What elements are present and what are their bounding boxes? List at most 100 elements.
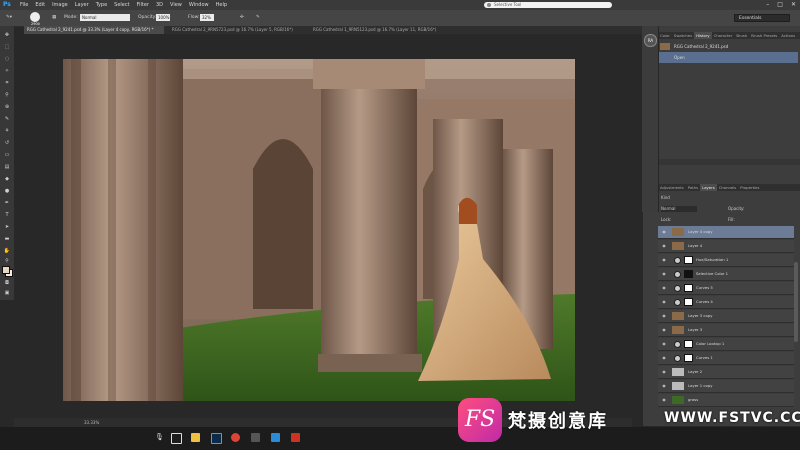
app-icon[interactable] <box>251 433 260 442</box>
visibility-eye-icon[interactable]: ◉ <box>661 257 667 263</box>
brush-tool-icon[interactable]: ✎ <box>3 116 11 122</box>
layer-row[interactable]: ◉ Curves 4 <box>658 296 794 309</box>
tab-adjustments[interactable]: Adjustments <box>658 184 686 191</box>
minimize-icon[interactable]: – <box>766 1 769 8</box>
layer-row[interactable]: ◉ Curves 5 <box>658 282 794 295</box>
photoshop-taskbar-icon[interactable] <box>211 433 222 444</box>
layer-row[interactable]: ◉ Layer 4 <box>658 240 794 253</box>
layer-thumbnail[interactable] <box>672 326 684 334</box>
brush-preview-icon[interactable] <box>30 12 40 22</box>
layer-row[interactable]: ◉ Curves 1 <box>658 352 794 365</box>
tab-document-1[interactable]: RGG Cathedral 2_9241.psd @ 33.3% (Layer … <box>24 26 164 34</box>
visibility-eye-icon[interactable]: ◉ <box>661 327 667 333</box>
crop-tool-icon[interactable]: ⌗ <box>3 80 11 86</box>
layer-mask-thumbnail[interactable] <box>684 270 693 278</box>
layer-thumbnail[interactable] <box>672 312 684 320</box>
quick-select-tool-icon[interactable]: ✧ <box>3 68 11 74</box>
menu-item-filter[interactable]: Filter <box>137 2 149 8</box>
tab-actions[interactable]: Actions <box>779 32 797 39</box>
tab-layers[interactable]: Layers <box>700 184 717 191</box>
menu-item-window[interactable]: Window <box>189 2 209 8</box>
blend-mode-select[interactable]: Normal <box>661 206 697 212</box>
brush-panel-icon[interactable]: ▦ <box>52 15 56 20</box>
document-image[interactable] <box>63 59 575 401</box>
tab-color[interactable]: Color <box>658 32 672 39</box>
dodge-tool-icon[interactable]: ● <box>3 188 11 194</box>
shape-tool-icon[interactable]: ▬ <box>3 236 11 242</box>
visibility-eye-icon[interactable]: ◉ <box>661 383 667 389</box>
pressure-icon[interactable]: ✎ <box>256 15 260 20</box>
blur-tool-icon[interactable]: ◆ <box>3 176 11 182</box>
profile-badge[interactable]: RA <box>644 34 657 47</box>
visibility-eye-icon[interactable]: ◉ <box>661 271 667 277</box>
visibility-eye-icon[interactable]: ◉ <box>661 313 667 319</box>
layer-row[interactable]: ◉ Layer 3 <box>658 324 794 337</box>
screen-mode-icon[interactable]: ▣ <box>3 290 11 296</box>
tab-swatches[interactable]: Swatches <box>672 32 694 39</box>
tab-paths[interactable]: Paths <box>686 184 700 191</box>
opacity-field[interactable]: 100% <box>156 14 170 21</box>
filter-kind[interactable]: Kind <box>661 195 670 200</box>
workspace-select[interactable]: Essentials <box>734 14 790 22</box>
tab-character[interactable]: Character <box>712 32 735 39</box>
layer-mask-thumbnail[interactable] <box>684 354 693 362</box>
layer-mask-thumbnail[interactable] <box>684 284 693 292</box>
menu-item-select[interactable]: Select <box>114 2 129 8</box>
pen-tool-icon[interactable]: ✒ <box>3 200 11 206</box>
mode-select[interactable]: Normal <box>80 14 130 21</box>
layer-mask-thumbnail[interactable] <box>684 298 693 306</box>
search-field[interactable]: Selective Tool <box>484 2 612 8</box>
history-item[interactable]: Open <box>658 52 798 63</box>
tab-history[interactable]: History <box>694 32 712 39</box>
visibility-eye-icon[interactable]: ◉ <box>661 369 667 375</box>
layer-thumbnail[interactable] <box>672 382 684 390</box>
layer-thumbnail[interactable] <box>672 228 684 236</box>
tab-brush-presets[interactable]: Brush Presets <box>749 32 779 39</box>
tab-properties[interactable]: Properties <box>738 184 761 191</box>
app-icon-3[interactable] <box>291 433 300 442</box>
healing-tool-icon[interactable]: ⊕ <box>3 104 11 110</box>
menu-item-file[interactable]: File <box>20 2 28 8</box>
menu-item-image[interactable]: Image <box>52 2 68 8</box>
menu-item-help[interactable]: Help <box>216 2 227 8</box>
flow-field[interactable]: 32% <box>200 14 214 21</box>
clone-stamp-tool-icon[interactable]: ⚘ <box>3 128 11 134</box>
menu-item-3d[interactable]: 3D <box>156 2 163 8</box>
type-tool-icon[interactable]: T <box>3 212 11 218</box>
visibility-eye-icon[interactable]: ◉ <box>661 341 667 347</box>
foreground-color-swatch[interactable] <box>2 266 10 274</box>
eyedropper-tool-icon[interactable]: ⚲ <box>3 92 11 98</box>
tab-channels[interactable]: Channels <box>717 184 739 191</box>
layer-thumbnail[interactable] <box>672 242 684 250</box>
eraser-tool-icon[interactable]: ▭ <box>3 152 11 158</box>
layer-mask-thumbnail[interactable] <box>684 256 693 264</box>
airbrush-icon[interactable]: ✣ <box>240 15 244 20</box>
menu-item-layer[interactable]: Layer <box>75 2 89 8</box>
layer-row[interactable]: ◉ Layer 2 <box>658 366 794 379</box>
brush-tool-icon[interactable]: ✎▾ <box>6 15 12 20</box>
tab-document-2[interactable]: RGG Cathedral 2_9RN5723.psd @ 16.7% (Lay… <box>169 26 304 34</box>
chrome-icon[interactable] <box>231 433 240 442</box>
menu-item-view[interactable]: View <box>170 2 182 8</box>
path-select-tool-icon[interactable]: ➤ <box>3 224 11 230</box>
visibility-eye-icon[interactable]: ◉ <box>661 299 667 305</box>
layer-row[interactable]: ◉ Layer 4 copy <box>658 226 794 239</box>
file-explorer-icon[interactable] <box>191 433 200 442</box>
app-icon-2[interactable] <box>271 433 280 442</box>
zoom-tool-icon[interactable]: ⚲ <box>3 258 11 264</box>
layers-scrollbar[interactable] <box>794 262 798 342</box>
layer-row[interactable]: ◉ Hue/Saturation 1 <box>658 254 794 267</box>
gradient-tool-icon[interactable]: ▤ <box>3 164 11 170</box>
lasso-tool-icon[interactable]: ◌ <box>3 56 11 62</box>
task-view-icon[interactable] <box>171 433 182 444</box>
maximize-icon[interactable]: □ <box>777 1 783 8</box>
history-snapshot[interactable]: RGG Cathedral 2_9241.psd <box>658 41 798 52</box>
history-brush-tool-icon[interactable]: ↺ <box>3 140 11 146</box>
layer-row[interactable]: ◉ Selective Color 1 <box>658 268 794 281</box>
microphone-icon[interactable]: 🎙 <box>155 433 164 442</box>
tab-document-3[interactable]: RGG Cathedral 1_9RN5123.psd @ 16.7% (Lay… <box>310 26 450 34</box>
layer-thumbnail[interactable] <box>672 368 684 376</box>
menu-item-type[interactable]: Type <box>96 2 107 8</box>
visibility-eye-icon[interactable]: ◉ <box>661 243 667 249</box>
marquee-tool-icon[interactable]: ⬚ <box>3 44 11 50</box>
